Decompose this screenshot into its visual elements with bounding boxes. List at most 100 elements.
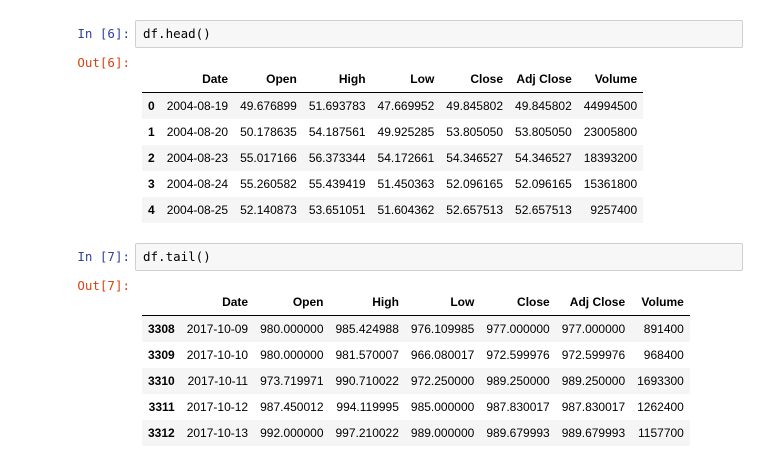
table-cell: 2004-08-19 xyxy=(166,99,229,113)
table-cell: 1262400 xyxy=(637,400,684,414)
table-cell: 972.599976 xyxy=(486,348,550,362)
code-text: df.head() xyxy=(143,26,211,41)
row-index: 0 xyxy=(148,99,155,113)
table-cell: 54.187561 xyxy=(308,125,366,139)
row-index: 3309 xyxy=(148,348,175,362)
row-index: 2 xyxy=(148,151,155,165)
table-cell: 997.210022 xyxy=(335,426,399,440)
column-header: Low xyxy=(371,66,441,93)
row-index: 3308 xyxy=(148,322,175,336)
row-index: 4 xyxy=(148,203,155,217)
code-cell-input[interactable]: df.tail() xyxy=(135,243,743,271)
table-cell: 52.096165 xyxy=(515,177,572,191)
table-cell: 53.805050 xyxy=(446,125,504,139)
code-text: df.tail() xyxy=(143,249,211,264)
table-cell: 50.178635 xyxy=(240,125,297,139)
column-header: Adj Close xyxy=(509,66,578,93)
dataframe-output-table: Date Open High Low Close Adj Close Volume 3308 2… xyxy=(142,289,690,446)
table-row: 0 2004-08-19 49.676899 51.693783 47.669952 49… xyxy=(142,92,644,119)
table-header-row: Date Open High Low Close Adj Close Volume xyxy=(142,289,690,316)
input-prompt: In [6]: xyxy=(77,26,130,41)
table-row: 3308 2017-10-09 980.000000 985.424988 976.10… xyxy=(142,315,690,342)
row-index: 1 xyxy=(148,125,155,139)
table-cell: 23005800 xyxy=(583,125,638,139)
table-cell: 44994500 xyxy=(583,99,638,113)
table-cell: 49.925285 xyxy=(377,125,435,139)
table-cell: 989.679993 xyxy=(561,426,626,440)
table-row: 1 2004-08-20 50.178635 54.187561 49.925285 53… xyxy=(142,119,643,145)
table-cell: 54.346527 xyxy=(446,151,504,165)
table-cell: 972.250000 xyxy=(410,374,475,388)
table-cell: 994.119995 xyxy=(336,400,399,414)
table-cell: 53.651051 xyxy=(308,203,366,217)
row-index: 3 xyxy=(148,177,155,191)
column-header: High xyxy=(329,289,405,316)
table-row: 4 2004-08-25 52.140873 53.651051 51.604362 52… xyxy=(142,197,644,223)
table-cell: 55.439419 xyxy=(308,177,366,191)
table-cell: 52.657513 xyxy=(446,203,504,217)
table-cell: 49.845802 xyxy=(515,99,572,113)
table-cell: 989.250000 xyxy=(561,374,626,388)
column-header: Open xyxy=(254,289,330,316)
column-header xyxy=(142,289,181,316)
table-cell: 2017-10-09 xyxy=(186,322,249,336)
column-header: Date xyxy=(160,66,235,93)
table-cell: 47.669952 xyxy=(377,99,435,113)
table-cell: 977.000000 xyxy=(486,322,550,336)
table-cell: 966.080017 xyxy=(410,348,475,362)
table-row: 3312 2017-10-13 992.000000 997.210022 989.00… xyxy=(142,420,690,446)
table-cell: 981.570007 xyxy=(335,348,399,362)
table-cell: 968400 xyxy=(643,348,684,362)
table-cell: 15361800 xyxy=(583,177,638,191)
table-cell: 2017-10-13 xyxy=(186,426,249,440)
row-index: 3312 xyxy=(148,426,175,440)
column-header: Low xyxy=(404,289,481,316)
table-cell: 891400 xyxy=(643,322,684,336)
table-cell: 51.604362 xyxy=(377,203,435,217)
output-prompt: Out[7]: xyxy=(77,278,130,293)
table-cell: 55.017166 xyxy=(240,151,297,165)
table-cell: 976.109985 xyxy=(410,322,475,336)
table-cell: 2017-10-12 xyxy=(186,400,249,414)
table-cell: 987.450012 xyxy=(260,400,324,414)
column-header: Close xyxy=(480,289,556,316)
table-row: 3311 2017-10-12 987.450012 994.119995 985.00… xyxy=(142,394,690,420)
table-cell: 972.599976 xyxy=(561,348,626,362)
table-cell: 992.000000 xyxy=(260,426,324,440)
table-cell: 987.830017 xyxy=(561,400,626,414)
row-index: 3310 xyxy=(148,374,175,388)
table-row: 2 2004-08-23 55.017166 56.373344 54.172661 54… xyxy=(142,145,644,171)
table-cell: 1157700 xyxy=(638,426,684,440)
table-cell: 55.260582 xyxy=(240,177,297,191)
table-cell: 2004-08-25 xyxy=(166,203,229,217)
table-cell: 52.096165 xyxy=(446,177,504,191)
column-header: Volume xyxy=(631,289,690,316)
table-cell: 56.373344 xyxy=(308,151,366,165)
table-cell: 53.805050 xyxy=(515,125,572,139)
table-header-row: Date Open High Low Close Adj Close Volume xyxy=(142,66,644,93)
table-cell: 2017-10-11 xyxy=(187,374,249,388)
table-cell: 1693300 xyxy=(637,374,684,388)
table-cell: 2004-08-23 xyxy=(166,151,229,165)
table-cell: 52.140873 xyxy=(240,203,297,217)
column-header: High xyxy=(302,66,372,93)
row-index: 3311 xyxy=(148,400,175,414)
column-header: Date xyxy=(180,289,255,316)
input-prompt: In [7]: xyxy=(77,249,130,264)
table-cell: 987.830017 xyxy=(486,400,550,414)
column-header: Adj Close xyxy=(555,289,632,316)
table-cell: 49.676899 xyxy=(240,99,297,113)
dataframe-output-table: Date Open High Low Close Adj Close Volume 0 2004… xyxy=(142,66,644,223)
table-cell: 51.693783 xyxy=(308,99,366,113)
column-header: Volume xyxy=(577,66,644,93)
code-cell-input[interactable]: df.head() xyxy=(135,20,743,48)
table-cell: 2004-08-24 xyxy=(166,177,229,191)
table-cell: 980.000000 xyxy=(260,348,324,362)
table-cell: 49.845802 xyxy=(446,99,504,113)
table-cell: 54.346527 xyxy=(515,151,572,165)
table-cell: 985.000000 xyxy=(410,400,475,414)
table-row: 3309 2017-10-10 980.000000 981.570007 966.08… xyxy=(142,342,690,368)
output-prompt: Out[6]: xyxy=(77,55,130,70)
column-header: Open xyxy=(234,66,303,93)
column-header: Close xyxy=(440,66,510,93)
